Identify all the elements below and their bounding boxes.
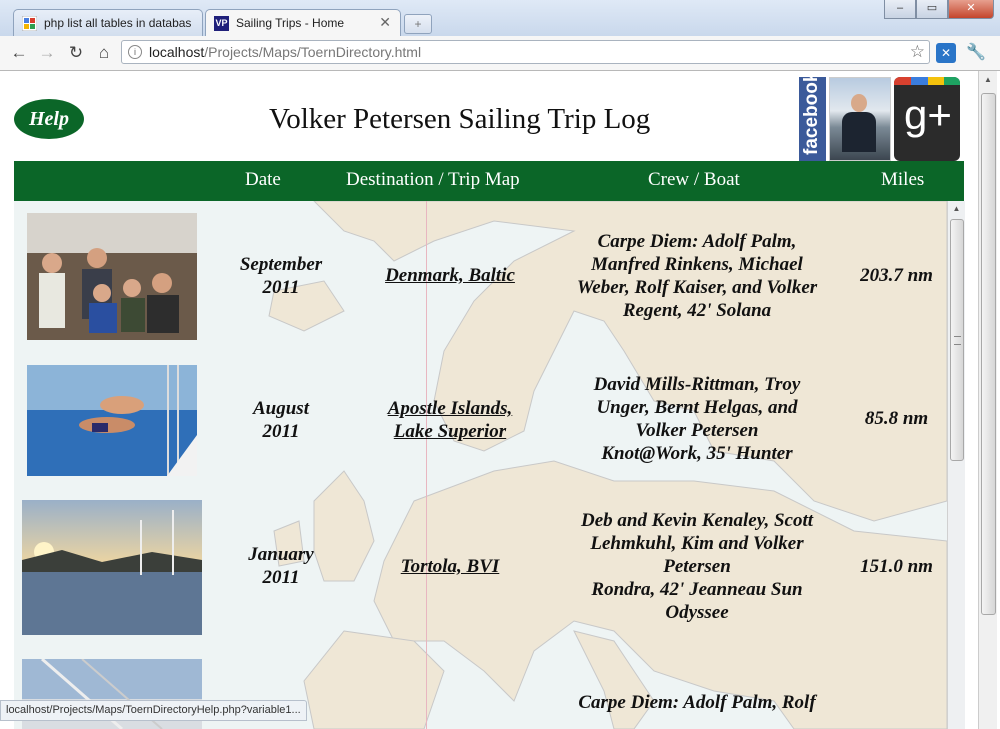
table-scrollbar[interactable]: ▲	[947, 201, 965, 729]
scroll-up-icon[interactable]: ▲	[948, 201, 965, 217]
scrollbar-thumb[interactable]	[981, 93, 996, 615]
scroll-up-icon[interactable]: ▲	[979, 75, 997, 84]
column-header-crew: Crew / Boat	[648, 169, 740, 190]
bookmark-star-icon[interactable]: ☆	[910, 42, 925, 62]
trip-destination-link[interactable]: Tortola, BVI	[401, 556, 500, 577]
trip-destination-link[interactable]: Apostle Islands, Lake Superior	[388, 398, 513, 442]
column-header-date: Date	[245, 169, 281, 190]
forward-icon[interactable]: →	[36, 42, 58, 64]
trip-date: September 2011	[239, 254, 323, 298]
trip-photo-sunset-harbor[interactable]	[22, 500, 202, 635]
trip-miles: 151.0 nm	[860, 556, 933, 577]
close-window-button[interactable]: ✕	[948, 0, 994, 19]
page-content: Help Volker Petersen Sailing Trip Log fa…	[0, 71, 1000, 729]
back-icon[interactable]: ←	[8, 42, 30, 64]
minimize-button[interactable]: ‒	[884, 0, 916, 19]
tab-sailing-trips[interactable]: VP Sailing Trips - Home ✕	[205, 9, 401, 37]
extension-icon[interactable]: ✕	[936, 43, 956, 63]
column-header-bar: Date Destination / Trip Map Crew / Boat …	[14, 161, 964, 201]
url-text: localhost/Projects/Maps/ToernDirectory.h…	[149, 44, 422, 60]
window-controls: ‒ ▭ ✕	[884, 0, 994, 20]
tab-php-list[interactable]: php list all tables in databas	[13, 9, 203, 36]
trip-miles: 203.7 nm	[860, 265, 933, 286]
help-button[interactable]: Help	[14, 99, 84, 139]
browser-toolbar: ← → ↻ ⌂ i localhost/Projects/Maps/ToernD…	[0, 36, 1000, 71]
facebook-icon[interactable]: facebook	[799, 72, 826, 161]
browser-tab-strip: php list all tables in databas VP Sailin…	[0, 0, 1000, 37]
column-header-miles: Miles	[881, 169, 925, 190]
column-header-destination: Destination / Trip Map	[346, 169, 520, 190]
vp-icon: VP	[214, 16, 229, 31]
tab-label: Sailing Trips - Home	[236, 16, 345, 30]
address-bar[interactable]: i localhost/Projects/Maps/ToernDirectory…	[121, 40, 930, 64]
home-icon[interactable]: ⌂	[93, 42, 115, 64]
new-tab-button[interactable]: +	[404, 14, 432, 34]
trip-crew: Deb and Kevin Kenaley, Scott Lehmkuhl, Ki…	[580, 510, 814, 623]
page-scrollbar[interactable]: ▲	[978, 71, 997, 729]
trip-date: January 2011	[248, 544, 314, 588]
scrollbar-thumb[interactable]	[950, 219, 964, 461]
trip-table: September 2011 Denmark, Baltic Carpe Diem…	[14, 201, 947, 729]
tab-label: php list all tables in databas	[44, 16, 192, 30]
trip-crew: Carpe Diem: Adolf Palm, Manfred Rinkens, …	[576, 231, 818, 321]
close-tab-icon[interactable]: ✕	[379, 14, 391, 31]
wrench-icon[interactable]: 🔧	[966, 43, 986, 63]
trip-destination-link[interactable]: Denmark, Baltic	[385, 265, 515, 286]
trip-crew: David Mills-Rittman, Troy Unger, Bernt He…	[593, 374, 801, 464]
page-title: Volker Petersen Sailing Trip Log	[269, 103, 651, 135]
trip-destination: Apostle Islands, Lake Superior	[366, 397, 534, 443]
google-plus-icon[interactable]: g+	[894, 77, 960, 161]
page-info-icon[interactable]: i	[128, 45, 142, 59]
trip-date: August 2011	[253, 398, 309, 442]
status-bar: localhost/Projects/Maps/ToernDirectoryHe…	[0, 700, 307, 721]
trip-destination: Denmark, Baltic	[366, 264, 534, 287]
maximize-button[interactable]: ▭	[916, 0, 948, 19]
reload-icon[interactable]: ↻	[65, 42, 87, 64]
trip-photo-jumping[interactable]	[27, 365, 197, 476]
trip-crew: Carpe Diem: Adolf Palm, Rolf	[578, 692, 816, 713]
google-icon	[22, 16, 37, 31]
profile-photo[interactable]	[829, 77, 891, 161]
trip-destination: Tortola, BVI	[366, 555, 534, 578]
trip-photo-crew-cabin[interactable]	[27, 213, 197, 340]
trip-miles: 85.8 nm	[864, 408, 929, 429]
